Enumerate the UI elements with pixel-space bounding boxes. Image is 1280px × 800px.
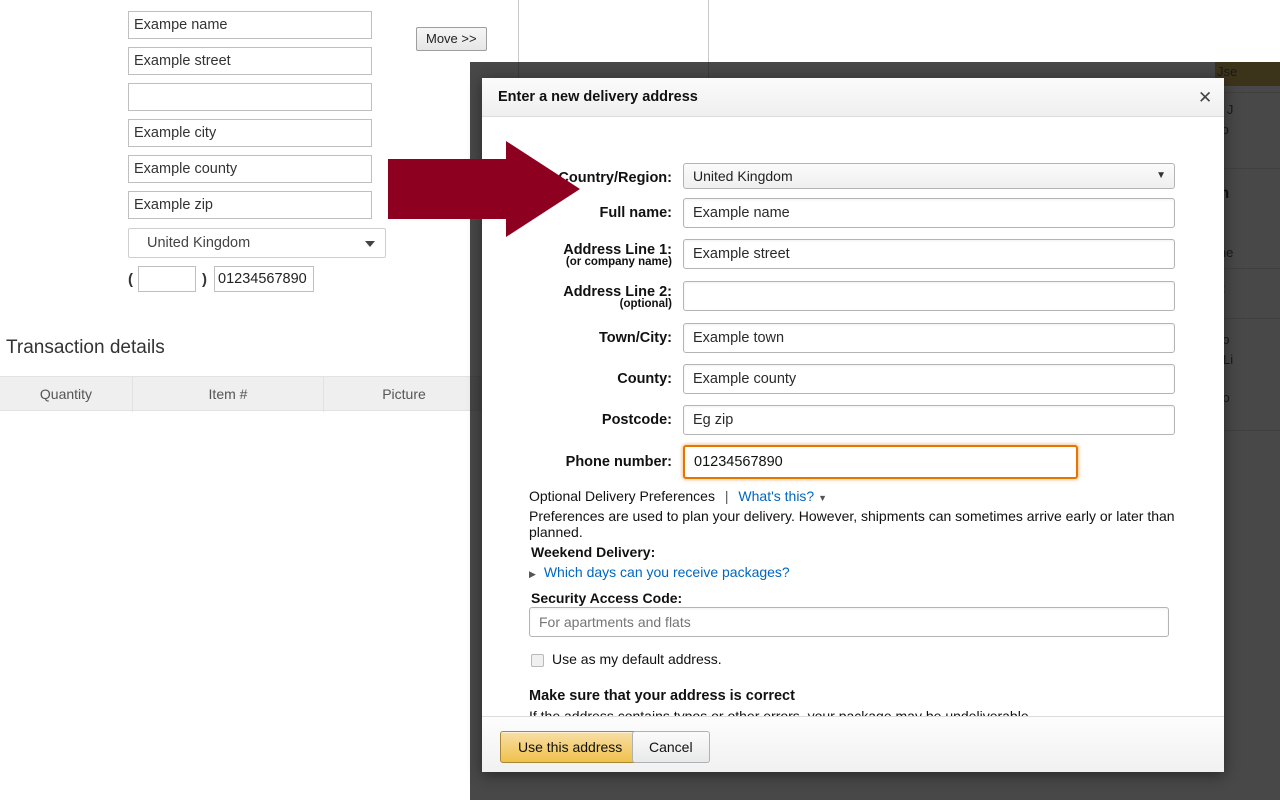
background-fragment: Li — [1223, 352, 1234, 367]
phone-number-label: Phone number: — [565, 454, 672, 470]
whats-this-link[interactable]: What's this? ▼ — [738, 488, 827, 504]
use-this-address-button[interactable]: Use this address — [500, 731, 641, 763]
phone-number-input[interactable] — [683, 445, 1078, 479]
move-button[interactable]: Move >> — [416, 27, 487, 51]
background-right-content: Jse p J to m ine l: .to Li co — [1215, 0, 1280, 800]
field-row-full-name: Full name: — [482, 198, 1224, 228]
postcode-input[interactable] — [683, 405, 1175, 435]
default-address-checkbox-label: Use as my default address. — [552, 651, 722, 667]
optional-delivery-preferences-heading: Optional Delivery Preferences — [529, 488, 715, 504]
transaction-details-title: Transaction details — [6, 337, 165, 358]
address-correct-heading: Make sure that your address is correct — [529, 688, 795, 704]
background-divider — [1215, 168, 1280, 169]
preferences-description: Preferences are used to plan your delive… — [529, 508, 1175, 540]
field-row-address-line-1: Address Line 1: (or company name) — [482, 239, 1224, 283]
expand-triangle-icon: ▶ — [529, 569, 536, 579]
county-input[interactable] — [683, 364, 1175, 394]
transaction-details-table-header: Quantity Item # Picture — [0, 376, 485, 412]
field-row-town-city: Town/City: — [482, 323, 1224, 353]
background-divider — [1215, 318, 1280, 319]
town-city-label: Town/City: — [598, 330, 672, 346]
chevron-down-icon: ▼ — [1156, 170, 1166, 181]
which-days-link[interactable]: Which days can you receive packages? — [544, 564, 790, 580]
dialog-footer: Use this address Cancel — [482, 716, 1224, 772]
new-delivery-address-dialog: Enter a new delivery address ✕ Country/R… — [482, 78, 1224, 772]
field-row-address-line-2: Address Line 2: (optional) — [482, 281, 1224, 325]
street-input[interactable] — [128, 47, 372, 75]
security-access-code-input[interactable] — [529, 607, 1169, 637]
table-column-divider-right — [708, 0, 709, 78]
phone-area-code-input[interactable] — [138, 266, 196, 292]
town-city-input[interactable] — [128, 119, 372, 147]
postcode-input[interactable] — [128, 191, 372, 219]
address-line-1-input[interactable] — [683, 239, 1175, 269]
close-icon[interactable]: ✕ — [1192, 87, 1214, 109]
background-divider — [1215, 268, 1280, 269]
county-input[interactable] — [128, 155, 372, 183]
dialog-header: Enter a new delivery address ✕ — [482, 78, 1224, 117]
country-select[interactable]: United Kingdom — [128, 228, 386, 258]
chevron-down-icon — [365, 241, 375, 247]
column-header-item-number: Item # — [208, 386, 248, 402]
country-select-value: United Kingdom — [147, 235, 251, 251]
country-region-select[interactable]: United Kingdom ▼ — [683, 163, 1175, 189]
right-arrow-icon — [388, 141, 580, 237]
dialog-body: Country/Region: United Kingdom ▼ Full na… — [482, 117, 1224, 743]
preferences-separator: | — [724, 488, 729, 504]
field-row-phone-number: Phone number: Learn more ▼ — [482, 445, 1224, 479]
town-city-input[interactable] — [683, 323, 1175, 353]
default-address-checkbox[interactable] — [531, 654, 544, 667]
street-2-input[interactable] — [128, 83, 372, 111]
postcode-label: Postcode: — [601, 412, 672, 428]
county-label: County: — [617, 371, 672, 387]
whats-this-label: What's this? — [738, 488, 815, 504]
phone-open-paren: ( — [128, 271, 133, 288]
table-column-divider-left — [518, 0, 519, 78]
weekend-delivery-label: Weekend Delivery: — [531, 544, 656, 560]
field-row-country-region: Country/Region: United Kingdom ▼ — [482, 163, 1224, 193]
background-divider — [1215, 92, 1280, 93]
address-line-2-input[interactable] — [683, 281, 1175, 311]
column-header-quantity: Quantity — [39, 386, 93, 402]
phone-number-input[interactable] — [214, 266, 314, 292]
security-access-code-label: Security Access Code: — [531, 590, 683, 606]
field-row-postcode: Postcode: — [482, 405, 1224, 435]
cancel-button[interactable]: Cancel — [632, 731, 710, 763]
full-name-input[interactable] — [683, 198, 1175, 228]
buyer-full-name-input[interactable] — [128, 11, 372, 39]
country-region-value: United Kingdom — [693, 168, 793, 184]
background-divider — [1215, 430, 1280, 431]
column-header-picture: Picture — [382, 386, 426, 402]
phone-close-paren: ) — [202, 271, 207, 288]
optional-delivery-preferences-row: Optional Delivery Preferences | What's t… — [529, 488, 827, 504]
field-row-county: County: — [482, 364, 1224, 394]
dialog-title: Enter a new delivery address — [498, 89, 698, 105]
chevron-down-icon: ▼ — [818, 493, 828, 503]
address-line-2-sublabel: (optional) — [619, 298, 672, 310]
background-fragment: Jse — [1217, 64, 1238, 79]
which-days-row: ▶ Which days can you receive packages? — [529, 564, 790, 580]
screenshot-root: Buyer full name Street Town/City County — [0, 0, 1280, 800]
address-line-1-sublabel: (or company name) — [565, 256, 672, 268]
